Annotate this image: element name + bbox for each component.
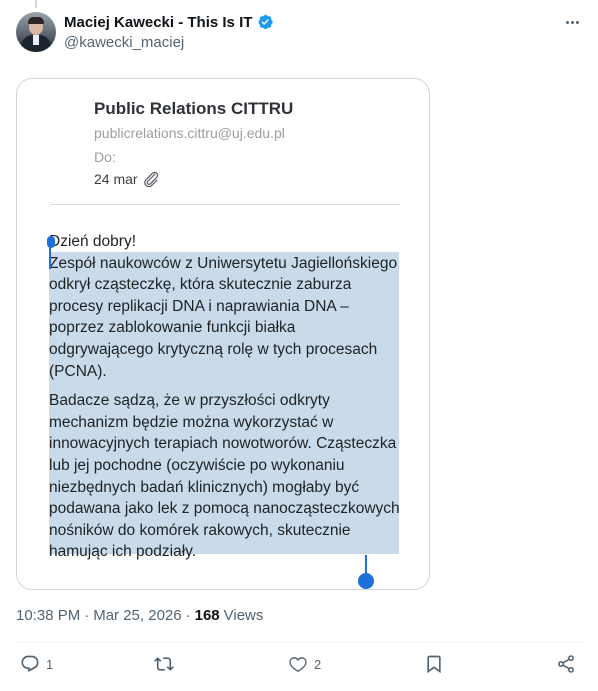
thread-connector-line: [35, 0, 37, 8]
selection-end-handle[interactable]: [358, 573, 374, 589]
bookmark-icon: [424, 654, 444, 674]
like-count: 2: [314, 656, 322, 672]
tweet-time[interactable]: 10:38 PM: [16, 607, 80, 624]
email-paragraph-1: Zespół naukowców z Uniwersytetu Jagiello…: [49, 254, 398, 380]
like-button[interactable]: 2: [288, 654, 321, 674]
views-count: 168: [194, 607, 220, 624]
email-body: Dzień dobry! Zespół naukowców z Uniwersy…: [49, 231, 401, 571]
meta-separator-2: ·: [185, 607, 191, 624]
email-paragraph-2: Badacze sądzą, że w przyszłości odkryty …: [49, 392, 400, 561]
share-icon: [556, 654, 576, 674]
paperclip-icon: [142, 171, 160, 188]
verified-badge-icon[interactable]: [256, 13, 274, 31]
meta-divider: [16, 642, 582, 643]
email-greeting: Dzień dobry!: [49, 233, 137, 250]
reply-button[interactable]: 1: [20, 654, 53, 674]
email-date: 24 mar: [94, 171, 138, 187]
retweet-icon: [154, 654, 174, 674]
tweet-date[interactable]: Mar 25, 2026: [93, 607, 181, 624]
bookmark-button[interactable]: [424, 654, 444, 674]
author-handle[interactable]: @kawecki_maciej: [64, 34, 184, 51]
retweet-button[interactable]: [154, 654, 180, 674]
share-button[interactable]: [556, 654, 576, 674]
author-name-row: Maciej Kawecki - This Is IT: [64, 13, 274, 31]
tweet-actions-bar: 1 2: [16, 654, 582, 678]
email-sender-name: Public Relations CITTRU: [94, 99, 294, 118]
author-display-name[interactable]: Maciej Kawecki - This Is IT: [64, 14, 252, 31]
tweet-meta: 10:38 PM · Mar 25, 2026 · 168 Views: [16, 607, 263, 624]
email-to-label: Do:: [94, 149, 116, 165]
reply-icon: [20, 654, 40, 674]
like-icon: [288, 654, 308, 674]
views-label: Views: [223, 607, 264, 624]
meta-separator: ·: [84, 607, 90, 624]
email-sender-address: publicrelations.cittru@uj.edu.pl: [94, 125, 285, 141]
tweet-media-screenshot[interactable]: Public Relations CITTRU publicrelations.…: [16, 78, 430, 590]
email-date-row: 24 mar: [94, 171, 160, 188]
avatar[interactable]: [16, 12, 56, 52]
reply-count: 1: [46, 656, 54, 672]
selection-start-handle[interactable]: [47, 236, 55, 248]
more-icon[interactable]: [560, 12, 584, 32]
email-header-divider: [50, 204, 400, 205]
